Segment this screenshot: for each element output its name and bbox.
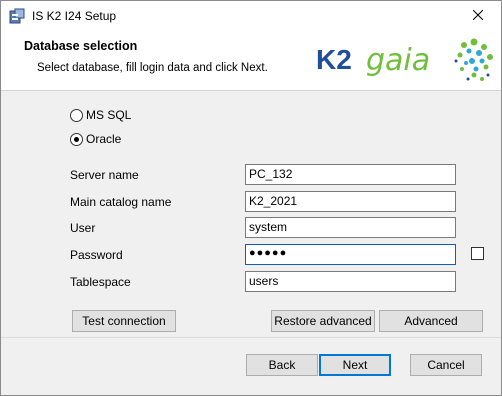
k2-gaia-logo: K2 gaia [314, 33, 496, 89]
next-button[interactable]: Next [319, 354, 391, 376]
test-connection-button[interactable]: Test connection [72, 310, 176, 332]
server-name-input[interactable]: PC_132 [245, 164, 456, 185]
catalog-label: Main catalog name [70, 195, 172, 209]
tablespace-input[interactable]: users [245, 271, 456, 292]
show-password-checkbox[interactable] [471, 247, 484, 260]
radio-oracle[interactable]: Oracle [70, 132, 121, 146]
user-input[interactable]: system [245, 217, 456, 238]
page-title: Database selection [24, 39, 138, 53]
wizard-footer: Back Next Cancel [1, 338, 501, 395]
catalog-input[interactable]: K2_2021 [245, 191, 456, 212]
user-label: User [70, 221, 96, 235]
server-name-label: Server name [70, 168, 139, 182]
radio-label: Oracle [86, 132, 122, 146]
setup-app-icon [9, 8, 25, 24]
title-bar: IS K2 I24 Setup [1, 1, 501, 31]
cancel-button[interactable]: Cancel [410, 354, 482, 376]
back-button[interactable]: Back [246, 354, 318, 376]
window-title: IS K2 I24 Setup [32, 9, 117, 23]
radio-label: MS SQL [86, 108, 132, 122]
tablespace-label: Tablespace [70, 275, 131, 289]
wizard-content: MS SQL Oracle Server name PC_132 Main ca… [1, 92, 501, 337]
radio-ms-sql[interactable]: MS SQL [70, 108, 131, 122]
page-subtitle: Select database, fill login data and cli… [37, 62, 268, 74]
svg-text:K2: K2 [316, 44, 352, 75]
restore-advanced-button[interactable]: Restore advanced [271, 310, 375, 332]
radio-button[interactable] [70, 132, 83, 146]
password-label: Password [70, 248, 123, 262]
wizard-header: Database selection Select database, fill… [1, 31, 501, 91]
close-button[interactable] [455, 1, 501, 31]
svg-text:gaia: gaia [366, 43, 430, 78]
password-input[interactable]: ●●●●● [245, 244, 456, 265]
setup-window: IS K2 I24 Setup Database selection Selec… [0, 0, 502, 396]
close-icon [472, 9, 484, 23]
radio-button[interactable] [70, 108, 83, 122]
advanced-button[interactable]: Advanced [379, 310, 483, 332]
